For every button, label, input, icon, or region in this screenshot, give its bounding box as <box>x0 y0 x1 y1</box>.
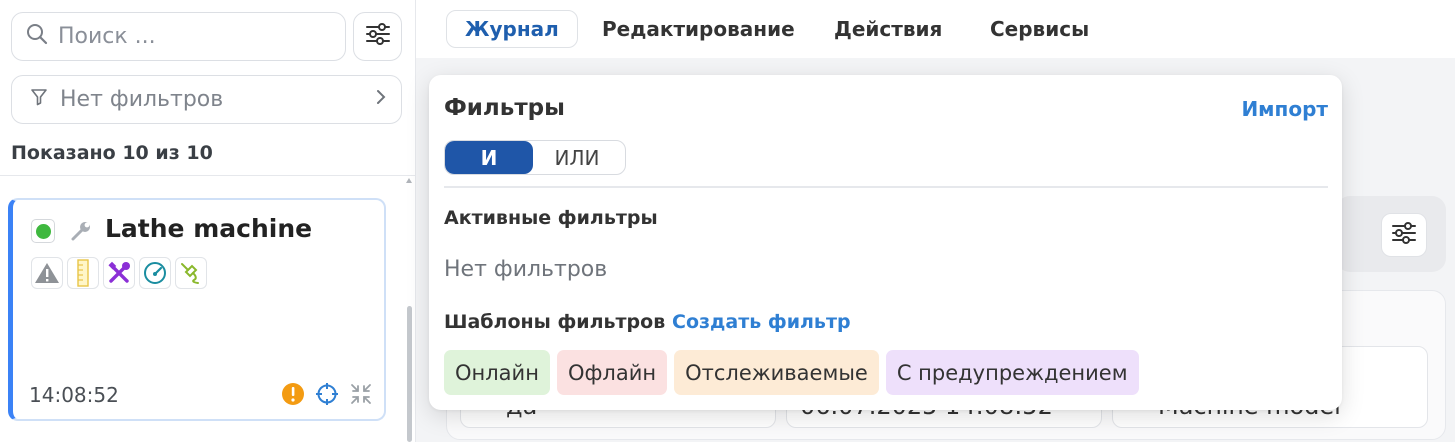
locate-icon[interactable] <box>315 382 339 411</box>
alert-icon[interactable] <box>281 382 305 411</box>
filter-selector[interactable]: Нет фильтров <box>11 75 402 124</box>
template-chip-warning[interactable]: С предупреждением <box>885 350 1139 395</box>
divider <box>444 186 1328 188</box>
logic-or-option[interactable]: ИЛИ <box>533 141 621 174</box>
template-chip-online[interactable]: Онлайн <box>444 350 550 395</box>
card-actions <box>281 382 373 411</box>
warning-icon <box>31 257 63 289</box>
collapse-icon[interactable] <box>349 382 373 411</box>
tab-services[interactable]: Сервисы <box>972 10 1107 48</box>
logic-and-option[interactable]: И <box>445 141 533 174</box>
divider <box>0 175 416 176</box>
status-indicator <box>31 219 55 243</box>
create-filter-link[interactable]: Создать фильтр <box>672 311 851 333</box>
chevron-right-icon <box>375 88 387 111</box>
active-filters-heading: Активные фильтры <box>444 207 658 229</box>
ruler-icon <box>67 257 99 289</box>
logic-toggle: И ИЛИ <box>444 140 626 175</box>
detail-settings-button[interactable] <box>1381 213 1427 257</box>
speedometer-icon <box>139 257 171 289</box>
funnel-icon <box>30 88 48 111</box>
scrollbar-thumb[interactable] <box>407 306 412 442</box>
last-update-time: 14:08:52 <box>29 383 119 407</box>
filter-selector-label: Нет фильтров <box>60 87 224 112</box>
scroll-up-arrow[interactable] <box>406 178 412 183</box>
import-link[interactable]: Импорт <box>1241 97 1328 121</box>
search-icon <box>26 23 48 50</box>
search-box[interactable] <box>11 12 346 61</box>
filters-popover: Фильтры Импорт И ИЛИ Активные фильтры Не… <box>429 75 1342 410</box>
template-chip-offline[interactable]: Офлайн <box>556 350 668 395</box>
plug-icon <box>175 257 207 289</box>
templates-heading: Шаблоны фильтров <box>444 311 666 333</box>
tab-bar: Журнал Редактирование Действия Сервисы <box>416 0 1455 58</box>
app-root: Нет фильтров Показано 10 из 10 Lathe mac… <box>0 0 1455 442</box>
search-input[interactable] <box>58 24 338 49</box>
sliders-icon <box>1391 221 1417 250</box>
tools-icon <box>103 257 135 289</box>
shown-count: Показано 10 из 10 <box>11 142 213 164</box>
tab-actions[interactable]: Действия <box>816 10 960 48</box>
device-list-panel: Нет фильтров Показано 10 из 10 Lathe mac… <box>0 0 416 442</box>
device-icons <box>31 257 207 289</box>
template-chips: Онлайн Офлайн Отслеживаемые С предупрежд… <box>444 350 1139 395</box>
device-card[interactable]: Lathe machine 14:08:52 <box>8 198 386 421</box>
sliders-icon <box>365 22 391 51</box>
list-settings-button[interactable] <box>353 12 402 61</box>
tab-journal[interactable]: Журнал <box>446 10 578 48</box>
online-dot <box>35 223 51 239</box>
device-title: Lathe machine <box>105 214 313 243</box>
popover-title: Фильтры <box>444 95 565 121</box>
template-chip-tracked[interactable]: Отслеживаемые <box>674 350 879 395</box>
tab-edit[interactable]: Редактирование <box>584 10 813 48</box>
no-filters-text: Нет фильтров <box>444 257 608 282</box>
wrench-icon <box>69 219 93 248</box>
